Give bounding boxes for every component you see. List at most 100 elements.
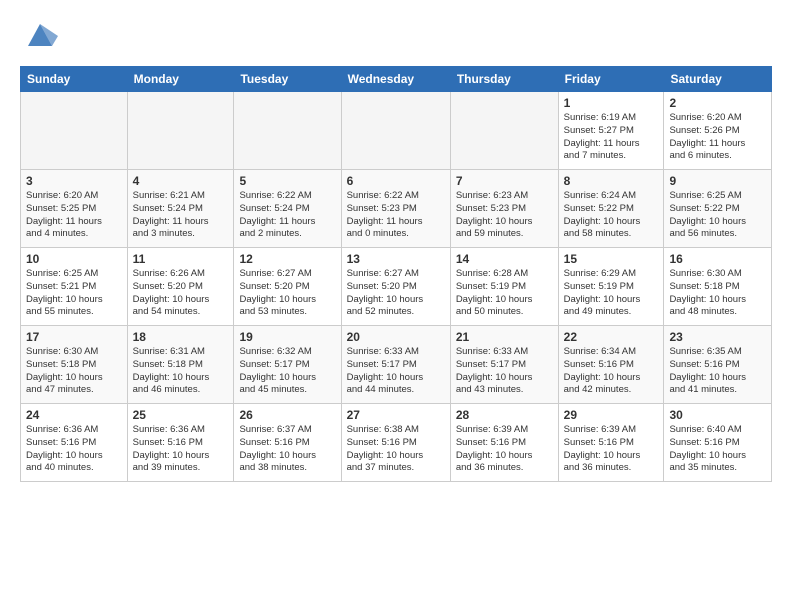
day-number: 24 — [26, 408, 122, 422]
day-number: 30 — [669, 408, 766, 422]
day-cell: 22 Sunrise: 6:34 AMSunset: 5:16 PMDayligh… — [558, 326, 664, 404]
day-cell: 3 Sunrise: 6:20 AMSunset: 5:25 PMDaylight… — [21, 170, 128, 248]
day-info: Sunrise: 6:36 AMSunset: 5:16 PMDaylight:… — [26, 424, 122, 475]
day-info: Sunrise: 6:23 AMSunset: 5:23 PMDaylight:… — [456, 190, 553, 241]
day-number: 16 — [669, 252, 766, 266]
col-header-sunday: Sunday — [21, 67, 128, 92]
day-cell: 4 Sunrise: 6:21 AMSunset: 5:24 PMDaylight… — [127, 170, 234, 248]
day-cell: 15 Sunrise: 6:29 AMSunset: 5:19 PMDayligh… — [558, 248, 664, 326]
day-number: 1 — [564, 96, 659, 110]
day-number: 25 — [133, 408, 229, 422]
calendar-table: SundayMondayTuesdayWednesdayThursdayFrid… — [20, 66, 772, 482]
day-info: Sunrise: 6:39 AMSunset: 5:16 PMDaylight:… — [564, 424, 659, 475]
day-number: 15 — [564, 252, 659, 266]
day-info: Sunrise: 6:29 AMSunset: 5:19 PMDaylight:… — [564, 268, 659, 319]
header-row: SundayMondayTuesdayWednesdayThursdayFrid… — [21, 67, 772, 92]
logo — [20, 16, 64, 54]
day-cell: 2 Sunrise: 6:20 AMSunset: 5:26 PMDaylight… — [664, 92, 772, 170]
day-number: 2 — [669, 96, 766, 110]
day-number: 11 — [133, 252, 229, 266]
day-number: 28 — [456, 408, 553, 422]
day-cell: 30Sunrise: 6:40 AMSunset: 5:16 PMDayligh… — [664, 404, 772, 482]
page: SundayMondayTuesdayWednesdayThursdayFrid… — [0, 0, 792, 612]
day-cell: 28 Sunrise: 6:39 AMSunset: 5:16 PMDayligh… — [450, 404, 558, 482]
col-header-saturday: Saturday — [664, 67, 772, 92]
day-info: Sunrise: 6:22 AMSunset: 5:23 PMDaylight:… — [347, 190, 445, 241]
week-row-3: 10 Sunrise: 6:25 AMSunset: 5:21 PMDayligh… — [21, 248, 772, 326]
day-info: Sunrise: 6:26 AMSunset: 5:20 PMDaylight:… — [133, 268, 229, 319]
day-number: 18 — [133, 330, 229, 344]
day-info: Sunrise: 6:34 AMSunset: 5:16 PMDaylight:… — [564, 346, 659, 397]
day-info: Sunrise: 6:38 AMSunset: 5:16 PMDaylight:… — [347, 424, 445, 475]
day-cell: 26Sunrise: 6:37 AMSunset: 5:16 PMDayligh… — [234, 404, 341, 482]
day-info: Sunrise: 6:31 AMSunset: 5:18 PMDaylight:… — [133, 346, 229, 397]
col-header-wednesday: Wednesday — [341, 67, 450, 92]
day-number: 20 — [347, 330, 445, 344]
day-cell: 19 Sunrise: 6:32 AMSunset: 5:17 PMDayligh… — [234, 326, 341, 404]
day-cell: 21Sunrise: 6:33 AMSunset: 5:17 PMDayligh… — [450, 326, 558, 404]
day-info: Sunrise: 6:21 AMSunset: 5:24 PMDaylight:… — [133, 190, 229, 241]
day-number: 13 — [347, 252, 445, 266]
day-number: 9 — [669, 174, 766, 188]
day-info: Sunrise: 6:32 AMSunset: 5:17 PMDaylight:… — [239, 346, 335, 397]
day-info: Sunrise: 6:30 AMSunset: 5:18 PMDaylight:… — [26, 346, 122, 397]
day-cell: 7 Sunrise: 6:23 AMSunset: 5:23 PMDaylight… — [450, 170, 558, 248]
day-info: Sunrise: 6:28 AMSunset: 5:19 PMDaylight:… — [456, 268, 553, 319]
day-number: 19 — [239, 330, 335, 344]
day-cell: 25Sunrise: 6:36 AMSunset: 5:16 PMDayligh… — [127, 404, 234, 482]
day-cell: 17 Sunrise: 6:30 AMSunset: 5:18 PMDayligh… — [21, 326, 128, 404]
day-cell: 12 Sunrise: 6:27 AMSunset: 5:20 PMDayligh… — [234, 248, 341, 326]
day-number: 26 — [239, 408, 335, 422]
week-row-5: 24 Sunrise: 6:36 AMSunset: 5:16 PMDayligh… — [21, 404, 772, 482]
day-info: Sunrise: 6:27 AMSunset: 5:20 PMDaylight:… — [239, 268, 335, 319]
day-cell — [21, 92, 128, 170]
day-info: Sunrise: 6:27 AMSunset: 5:20 PMDaylight:… — [347, 268, 445, 319]
day-cell: 5 Sunrise: 6:22 AMSunset: 5:24 PMDaylight… — [234, 170, 341, 248]
day-number: 6 — [347, 174, 445, 188]
day-info: Sunrise: 6:39 AMSunset: 5:16 PMDaylight:… — [456, 424, 553, 475]
day-number: 12 — [239, 252, 335, 266]
day-cell: 6 Sunrise: 6:22 AMSunset: 5:23 PMDaylight… — [341, 170, 450, 248]
day-number: 10 — [26, 252, 122, 266]
day-cell: 1 Sunrise: 6:19 AMSunset: 5:27 PMDaylight… — [558, 92, 664, 170]
calendar-body: 1 Sunrise: 6:19 AMSunset: 5:27 PMDaylight… — [21, 92, 772, 482]
day-number: 29 — [564, 408, 659, 422]
day-cell — [341, 92, 450, 170]
day-info: Sunrise: 6:20 AMSunset: 5:25 PMDaylight:… — [26, 190, 122, 241]
col-header-friday: Friday — [558, 67, 664, 92]
day-info: Sunrise: 6:24 AMSunset: 5:22 PMDaylight:… — [564, 190, 659, 241]
week-row-1: 1 Sunrise: 6:19 AMSunset: 5:27 PMDaylight… — [21, 92, 772, 170]
day-cell: 10 Sunrise: 6:25 AMSunset: 5:21 PMDayligh… — [21, 248, 128, 326]
header — [20, 16, 772, 54]
day-cell: 20 Sunrise: 6:33 AMSunset: 5:17 PMDayligh… — [341, 326, 450, 404]
day-info: Sunrise: 6:25 AMSunset: 5:22 PMDaylight:… — [669, 190, 766, 241]
day-info: Sunrise: 6:20 AMSunset: 5:26 PMDaylight:… — [669, 112, 766, 163]
col-header-tuesday: Tuesday — [234, 67, 341, 92]
day-cell: 27 Sunrise: 6:38 AMSunset: 5:16 PMDayligh… — [341, 404, 450, 482]
day-cell: 29 Sunrise: 6:39 AMSunset: 5:16 PMDayligh… — [558, 404, 664, 482]
day-info: Sunrise: 6:33 AMSunset: 5:17 PMDaylight:… — [347, 346, 445, 397]
day-number: 7 — [456, 174, 553, 188]
day-info: Sunrise: 6:22 AMSunset: 5:24 PMDaylight:… — [239, 190, 335, 241]
day-cell: 24 Sunrise: 6:36 AMSunset: 5:16 PMDayligh… — [21, 404, 128, 482]
day-number: 8 — [564, 174, 659, 188]
day-number: 23 — [669, 330, 766, 344]
day-cell: 8 Sunrise: 6:24 AMSunset: 5:22 PMDaylight… — [558, 170, 664, 248]
col-header-monday: Monday — [127, 67, 234, 92]
week-row-4: 17 Sunrise: 6:30 AMSunset: 5:18 PMDayligh… — [21, 326, 772, 404]
calendar-header: SundayMondayTuesdayWednesdayThursdayFrid… — [21, 67, 772, 92]
week-row-2: 3 Sunrise: 6:20 AMSunset: 5:25 PMDaylight… — [21, 170, 772, 248]
day-number: 5 — [239, 174, 335, 188]
day-number: 3 — [26, 174, 122, 188]
day-info: Sunrise: 6:19 AMSunset: 5:27 PMDaylight:… — [564, 112, 659, 163]
day-info: Sunrise: 6:35 AMSunset: 5:16 PMDaylight:… — [669, 346, 766, 397]
day-cell: 14Sunrise: 6:28 AMSunset: 5:19 PMDayligh… — [450, 248, 558, 326]
day-number: 4 — [133, 174, 229, 188]
day-number: 17 — [26, 330, 122, 344]
day-number: 22 — [564, 330, 659, 344]
day-cell — [234, 92, 341, 170]
day-cell: 9 Sunrise: 6:25 AMSunset: 5:22 PMDaylight… — [664, 170, 772, 248]
day-info: Sunrise: 6:25 AMSunset: 5:21 PMDaylight:… — [26, 268, 122, 319]
logo-icon — [20, 16, 60, 54]
day-number: 27 — [347, 408, 445, 422]
